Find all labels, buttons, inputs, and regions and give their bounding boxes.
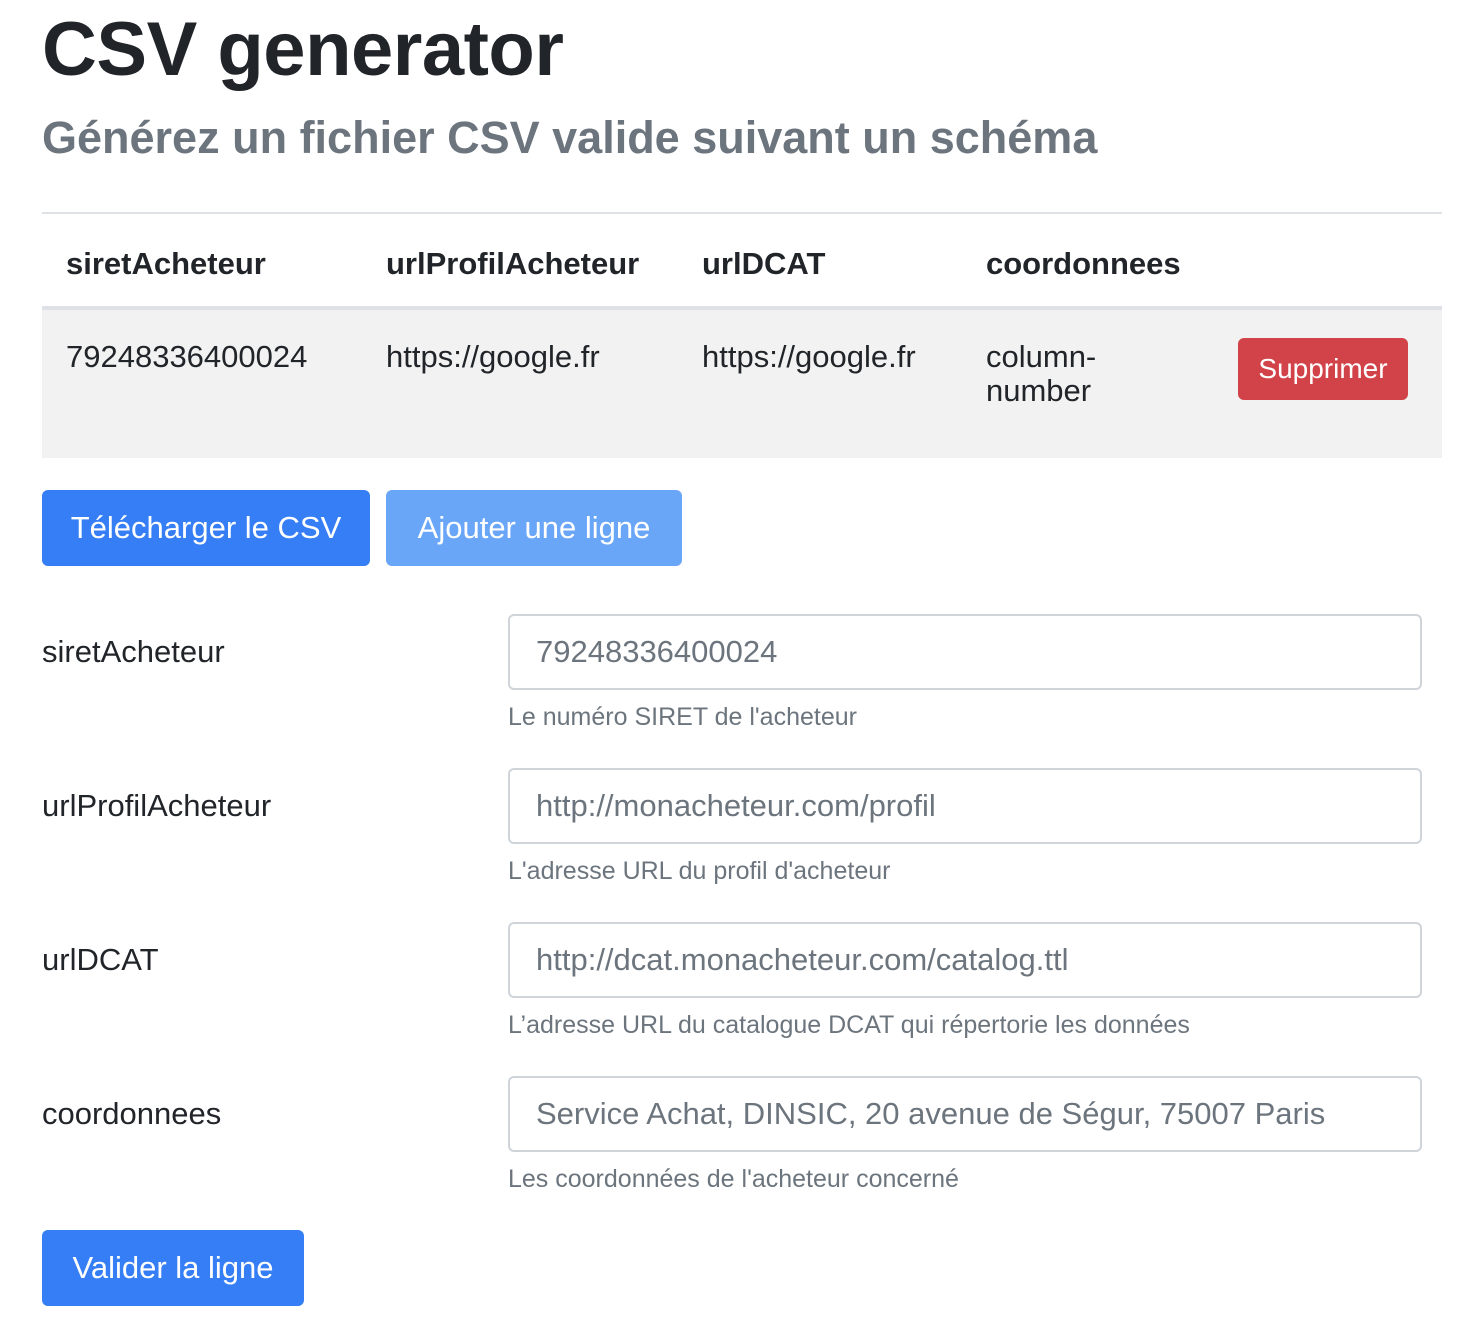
field-label-url-dcat: urlDCAT — [42, 942, 159, 977]
delete-row-button[interactable]: Supprimer — [1238, 338, 1408, 400]
page-subtitle: Générez un fichier CSV valide suivant un… — [42, 112, 1098, 163]
download-csv-button[interactable]: Télécharger le CSV — [42, 490, 370, 566]
cell-coordonnees: column-number — [986, 339, 1097, 408]
form-field-url-dcat: urlDCAT L’adresse URL du catalogue DCAT … — [42, 922, 1442, 1052]
field-label-siret: siretAcheteur — [42, 634, 225, 669]
form-field-siret: siretAcheteur Le numéro SIRET de l'achet… — [42, 614, 1442, 744]
column-header-siret: siretAcheteur — [66, 246, 266, 281]
column-header-url-profil: urlProfilAcheteur — [386, 246, 640, 281]
column-header-coordonnees: coordonnees — [986, 246, 1181, 281]
siret-input[interactable] — [508, 614, 1422, 690]
field-label-coordonnees: coordonnees — [42, 1096, 222, 1131]
csv-table: siretAcheteur urlProfilAcheteur urlDCAT … — [42, 212, 1442, 458]
form-field-url-profil: urlProfilAcheteur L'adresse URL du profi… — [42, 768, 1442, 898]
cell-url-profil: https://google.fr — [386, 339, 600, 374]
field-label-url-profil: urlProfilAcheteur — [42, 788, 272, 823]
field-help-url-profil: L'adresse URL du profil d'acheteur — [508, 857, 891, 885]
table-header-row: siretAcheteur urlProfilAcheteur urlDCAT … — [42, 212, 1442, 310]
url-profil-input[interactable] — [508, 768, 1422, 844]
field-help-coordonnees: Les coordonnées de l'acheteur concerné — [508, 1165, 959, 1193]
form-field-coordonnees: coordonnees Les coordonnées de l'acheteu… — [42, 1076, 1442, 1206]
cell-siret: 79248336400024 — [66, 339, 308, 374]
page-title: CSV generator — [42, 7, 564, 92]
url-dcat-input[interactable] — [508, 922, 1422, 998]
coordonnees-input[interactable] — [508, 1076, 1422, 1152]
table-row: 79248336400024 https://google.fr https:/… — [42, 310, 1442, 458]
field-help-url-dcat: L’adresse URL du catalogue DCAT qui répe… — [508, 1011, 1190, 1039]
column-header-url-dcat: urlDCAT — [702, 246, 826, 281]
cell-url-dcat: https://google.fr — [702, 339, 916, 374]
field-help-siret: Le numéro SIRET de l'acheteur — [508, 703, 857, 731]
add-row-button[interactable]: Ajouter une ligne — [386, 490, 682, 566]
validate-row-button[interactable]: Valider la ligne — [42, 1230, 304, 1306]
